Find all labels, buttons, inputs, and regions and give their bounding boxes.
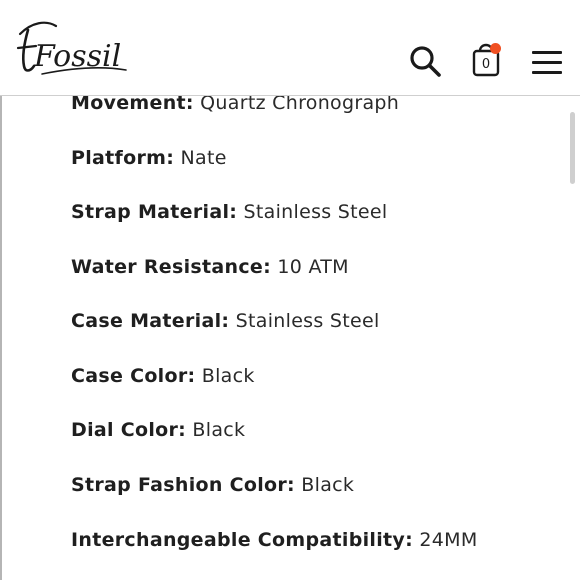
fossil-logo[interactable]: Fossil [12,16,130,80]
spec-label: Case Color: [71,365,196,387]
cart-count: 0 [481,57,491,72]
menu-button[interactable] [530,47,564,77]
spec-value: Nate [180,147,227,169]
search-icon [410,46,441,77]
spec-interchangeable-compatibility: Interchangeable Compatibility: 24MM [71,529,478,551]
spec-value: Black [301,474,355,496]
spec-case-material: Case Material: Stainless Steel [71,310,380,332]
spec-label: Case Material: [71,310,230,332]
spec-label: Strap Fashion Color: [71,474,295,496]
spec-value: 24MM [419,529,478,551]
spec-dial-color: Dial Color: Black [71,419,245,441]
hamburger-menu-icon [530,47,564,77]
spec-platform: Platform: Nate [71,147,227,169]
spec-value: Black [192,419,246,441]
search-button[interactable] [408,44,442,78]
site-header: Fossil 0 [0,0,580,96]
spec-strap-material: Strap Material: Stainless Steel [71,201,387,223]
spec-value: Black [201,365,255,387]
spec-label: Strap Material: [71,201,238,223]
scrollbar-thumb[interactable] [570,112,575,184]
spec-label: Dial Color: [71,419,187,441]
spec-case-color: Case Color: Black [71,365,255,387]
spec-label: Interchangeable Compatibility: [71,529,414,551]
spec-label: Platform: [71,147,175,169]
cart-notification-dot [490,43,501,54]
spec-label: Water Resistance: [71,256,271,278]
spec-strap-fashion-color: Strap Fashion Color: Black [71,474,354,496]
cart-button[interactable]: 0 [470,38,502,78]
spec-value: 10 ATM [277,256,349,278]
spec-value: Stainless Steel [235,310,380,332]
spec-value: Stainless Steel [243,201,388,223]
spec-water-resistance: Water Resistance: 10 ATM [71,256,349,278]
